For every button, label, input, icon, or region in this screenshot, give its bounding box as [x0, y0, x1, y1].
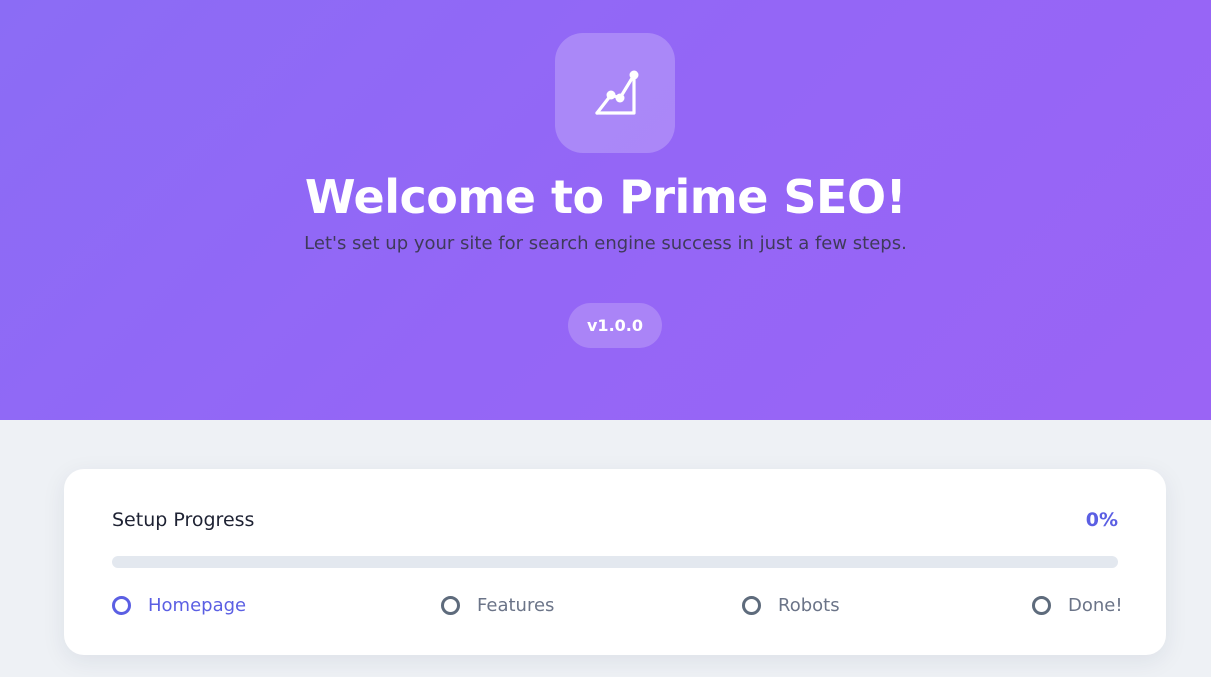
- step-done[interactable]: Done!: [1032, 595, 1123, 616]
- hero-banner: Welcome to Prime SEO! Let's set up your …: [0, 0, 1211, 420]
- step-indicator-icon: [1032, 596, 1051, 615]
- step-label: Homepage: [148, 595, 247, 616]
- progress-percent: 0%: [1085, 509, 1118, 531]
- step-robots[interactable]: Robots: [742, 595, 840, 616]
- step-label: Features: [477, 595, 555, 616]
- step-homepage[interactable]: Homepage: [112, 595, 246, 616]
- logo-tile: [555, 33, 675, 153]
- progress-bar: [112, 556, 1118, 568]
- setup-progress-card: Setup Progress 0% Homepage Features Robo…: [64, 469, 1166, 655]
- page-subtitle: Let's set up your site for search engine…: [304, 233, 907, 254]
- step-features[interactable]: Features: [441, 595, 554, 616]
- version-badge: v1.0.0: [568, 303, 662, 348]
- step-indicator-icon: [112, 596, 131, 615]
- step-label: Robots: [778, 595, 840, 616]
- progress-title: Setup Progress: [112, 509, 255, 531]
- chart-line-up-icon: [595, 70, 639, 115]
- step-indicator-icon: [742, 596, 761, 615]
- page-title: Welcome to Prime SEO!: [304, 170, 907, 224]
- step-indicator-icon: [441, 596, 460, 615]
- step-label: Done!: [1068, 595, 1123, 616]
